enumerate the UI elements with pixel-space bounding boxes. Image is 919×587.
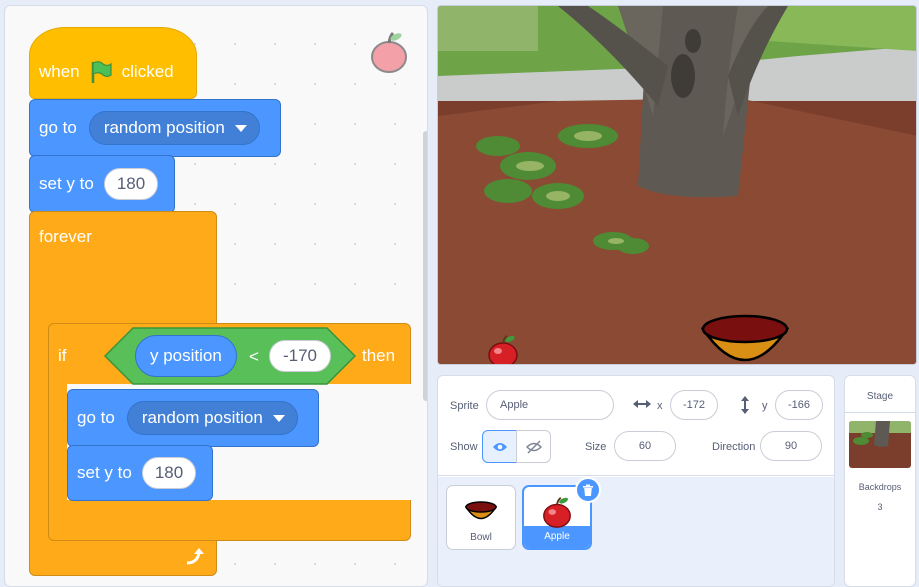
set-y-block[interactable]: set y to 180 [29, 155, 175, 213]
size-label: Size [585, 441, 607, 453]
show-label: Show [450, 441, 478, 453]
backdrops-count: 3 [877, 502, 883, 512]
backdrops-label: Backdrops [858, 482, 902, 492]
show-hidden-button[interactable] [516, 430, 551, 463]
horizontal-arrows-icon [633, 400, 651, 408]
stage-canvas[interactable] [437, 5, 917, 365]
trash-icon [583, 484, 593, 496]
set-y-value-input[interactable]: 180 [103, 168, 159, 200]
clicked-label: clicked [121, 62, 174, 81]
when-label: when [39, 62, 80, 81]
y-input[interactable]: -166 [775, 390, 823, 420]
eye-slash-icon [525, 439, 542, 454]
direction-input[interactable]: 90 [760, 431, 822, 461]
stage-pane-divider [845, 412, 915, 413]
bowl-thumbnail-icon [465, 501, 497, 520]
then-label: then [362, 346, 396, 365]
go-to-label: go to [39, 118, 77, 137]
stage-pane-title: Stage [866, 391, 894, 402]
dropdown-arrow-icon [272, 414, 285, 422]
delete-sprite-button[interactable] [575, 477, 601, 503]
code-area-scrollbar[interactable] [423, 131, 427, 401]
go-to-target-value: random position [103, 118, 225, 137]
show-visible-button[interactable] [482, 430, 517, 463]
size-input[interactable]: 60 [614, 431, 676, 461]
dropdown-arrow-icon [234, 124, 247, 132]
green-flag-icon [91, 61, 112, 83]
inner-set-y-value-input[interactable]: 180 [141, 457, 197, 489]
apple-sprite-thumbnail-icon [371, 31, 407, 73]
sprite-name-input[interactable]: Apple [486, 390, 614, 420]
x-input[interactable]: -172 [670, 390, 718, 420]
eye-icon [492, 442, 507, 451]
if-label: if [58, 346, 67, 365]
inner-set-y-block[interactable]: set y to 180 [67, 445, 213, 501]
go-to-target-dropdown[interactable]: random position [88, 111, 260, 145]
go-to-block[interactable]: go to random position [29, 99, 281, 157]
sprite-name-label: Sprite [450, 400, 479, 412]
sprite-list: Bowl Apple [438, 477, 834, 586]
direction-label: Direction [712, 441, 756, 453]
compare-value-input[interactable]: -170 [269, 340, 331, 372]
when-flag-clicked-block[interactable]: when clicked [29, 27, 197, 99]
stage-backdrop [438, 6, 916, 364]
inner-set-y-label: set y to [77, 463, 132, 482]
apple-thumbnail-icon [543, 497, 571, 528]
apple-sprite[interactable] [485, 333, 521, 365]
bowl-sprite[interactable] [700, 311, 790, 365]
stage-target-pane[interactable]: Stage Backdrops 3 [844, 375, 916, 587]
set-y-label: set y to [39, 174, 94, 193]
sprite-card-label: Bowl [470, 532, 492, 543]
inner-go-to-target-dropdown[interactable]: random position [126, 401, 298, 435]
y-label: y [762, 400, 768, 412]
code-area[interactable]: when clicked go to random position set y… [4, 5, 428, 587]
sprite-info-panel: Sprite Apple x -172 y -166 Show Size 60 … [437, 375, 835, 587]
backdrop-thumbnail [849, 421, 911, 468]
sprite-card-bowl[interactable]: Bowl [446, 485, 516, 550]
sprite-info: Sprite Apple x -172 y -166 Show Size 60 … [438, 376, 834, 476]
sprite-card-label: Apple [524, 526, 590, 548]
forever-label: forever [39, 227, 92, 246]
x-label: x [657, 400, 663, 412]
inner-go-to-target-value: random position [141, 408, 263, 427]
inner-go-to-label: go to [77, 408, 115, 427]
y-position-label: y position [150, 346, 222, 365]
inner-go-to-block[interactable]: go to random position [67, 389, 319, 447]
less-than-operator: < [249, 347, 259, 366]
vertical-arrows-icon [741, 396, 749, 414]
loop-arrow-icon [186, 548, 204, 565]
y-position-reporter[interactable]: y position [135, 335, 237, 377]
